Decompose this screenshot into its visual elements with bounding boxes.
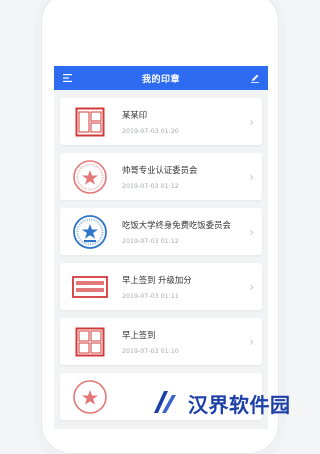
seal-image	[68, 267, 112, 307]
seal-time: 2019-07-03 01:12	[122, 182, 179, 190]
page-title: 我的印章	[141, 74, 180, 85]
seal-name: 某某印	[122, 109, 148, 120]
chevron-right-icon: ›	[249, 334, 254, 349]
watermark-logo: 汉界软件园	[150, 383, 318, 423]
seal-time: 2019-07-03 01:11	[122, 292, 179, 300]
seal-list-item[interactable]: 早上签到 升级加分 2019-07-03 01:11 ›	[60, 263, 262, 310]
app-bar: 我的印章	[54, 66, 268, 90]
seal-image	[68, 377, 112, 417]
seal-image	[68, 157, 112, 197]
seal-list-item[interactable]: 帅哥专业认证委员会 2019-07-03 01:12 ›	[60, 153, 262, 200]
seal-name: 吃饭大学终身免费吃饭委员会	[122, 219, 231, 230]
seal-time: 2019-07-03 01:20	[122, 127, 179, 135]
seal-list-item[interactable]: 某某印 2019-07-03 01:20 ›	[60, 98, 262, 145]
seal-list: 某某印 2019-07-03 01:20 › 帅哥专业认证委员会 2019-07…	[54, 90, 268, 420]
seal-time: 2019-07-03 01:12	[122, 237, 179, 245]
seal-list-item[interactable]: 吃饭大学终身免费吃饭委员会 2019-07-03 01:12 ›	[60, 208, 262, 255]
watermark-icon	[154, 391, 176, 413]
seal-image	[68, 212, 112, 252]
menu-icon[interactable]	[61, 72, 73, 84]
seal-image	[68, 102, 112, 142]
seal-list-item[interactable]: 早上签到 2019-07-03 01:10 ›	[60, 318, 262, 365]
edit-icon[interactable]	[249, 72, 261, 84]
watermark-text: 汉界软件园	[188, 392, 291, 417]
seal-name: 早上签到 升级加分	[122, 274, 192, 285]
seal-name: 早上签到	[122, 329, 156, 340]
chevron-right-icon: ›	[249, 224, 254, 239]
seal-image	[68, 322, 112, 362]
seal-name: 帅哥专业认证委员会	[122, 164, 198, 175]
app-screen: 我的印章 某某印 2019-07-03 01:20 › 帅哥专业认证委员会 20…	[54, 66, 268, 429]
chevron-right-icon: ›	[249, 279, 254, 294]
seal-time: 2019-07-03 01:10	[122, 347, 179, 355]
chevron-right-icon: ›	[249, 169, 254, 184]
chevron-right-icon: ›	[249, 114, 254, 129]
